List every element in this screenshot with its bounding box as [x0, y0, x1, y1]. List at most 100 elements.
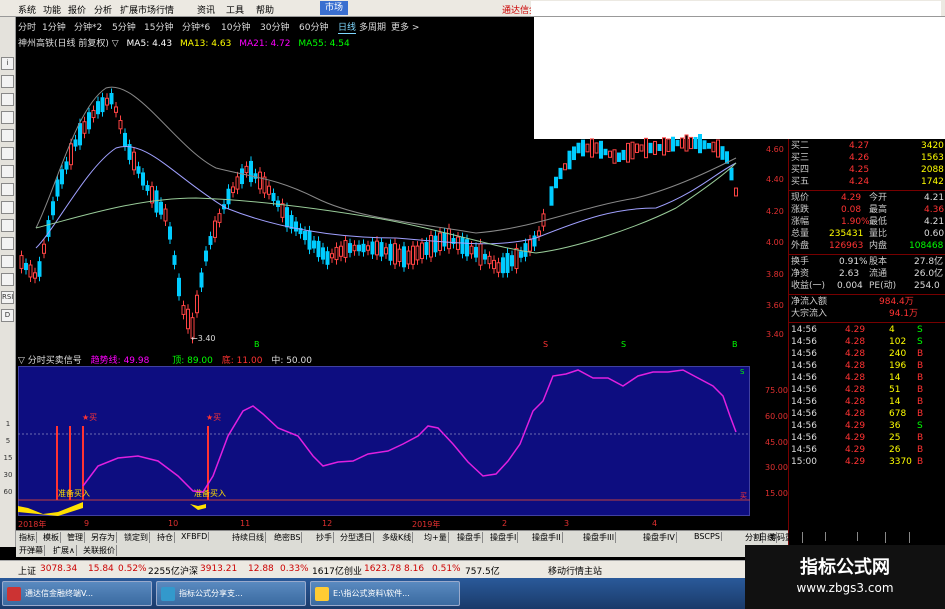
tool-button[interactable]: [1, 111, 14, 124]
indicator-tab[interactable]: 绝密BS: [273, 532, 303, 543]
period-tab[interactable]: 分时: [18, 20, 36, 33]
period-tab-daily[interactable]: 日线: [338, 20, 357, 34]
tool-button[interactable]: [1, 165, 14, 178]
period-tab[interactable]: 5分钟: [112, 20, 136, 33]
menu-news[interactable]: 资讯: [197, 3, 215, 16]
candle: [325, 251, 330, 265]
indicator-tab[interactable]: 锁定到: [123, 532, 150, 543]
period-tab[interactable]: 1分钟: [42, 20, 66, 33]
indicator-tick: 30.00: [765, 463, 788, 472]
candle: [132, 151, 136, 171]
taskbar-item[interactable]: E:\指公式资料\软件...: [310, 581, 460, 606]
tool-button[interactable]: [1, 183, 14, 196]
menu-tools[interactable]: 工具: [226, 3, 244, 16]
tool-button[interactable]: [1, 237, 14, 250]
candle: [96, 101, 100, 115]
indicator-name[interactable]: ▽ 分时买卖信号: [18, 356, 82, 366]
tool-button[interactable]: [1, 255, 14, 268]
indicator-tick: 45.00: [765, 438, 788, 447]
indicator-tab[interactable]: 分型透日: [339, 532, 374, 543]
date-axis: 2018年 9 10 11 12 2019年 2 3 4: [16, 518, 760, 530]
tab-danmu[interactable]: 开弹幕: [18, 545, 45, 556]
indicator-tab[interactable]: 均+量: [423, 532, 449, 543]
period-tab[interactable]: 多周期: [359, 20, 386, 33]
candle: [617, 152, 621, 162]
bottom-value: 底: 11.00: [221, 356, 263, 366]
indicator-tab[interactable]: 指标: [18, 532, 37, 543]
candle: [599, 140, 603, 159]
menu-help[interactable]: 帮助: [256, 3, 274, 16]
quote-panel: 买二 4.27 3420 买三 4.26 1563 买四 4.25 2088 买五 4.24 1…: [788, 139, 945, 546]
tool-button[interactable]: [1, 201, 14, 214]
taskbar-item[interactable]: 指标公式分享支...: [156, 581, 306, 606]
tool-button[interactable]: [1, 93, 14, 106]
period-tab[interactable]: 60分钟: [299, 20, 328, 33]
tick-row: 14:56 4.28 14 B: [791, 373, 924, 383]
axis-label: 15: [3, 454, 13, 462]
candle: [168, 226, 172, 240]
indicator-tab[interactable]: 持续日线: [231, 532, 266, 543]
indicator-tab[interactable]: 管理: [66, 532, 85, 543]
tool-button[interactable]: [1, 75, 14, 88]
period-tab[interactable]: 15分钟: [144, 20, 173, 33]
market-tab[interactable]: 市场: [320, 1, 348, 15]
candle: [644, 137, 648, 159]
indicator-tab[interactable]: BSCPS: [693, 532, 722, 541]
indicator-tab[interactable]: RSI: [810, 532, 826, 541]
period-tab-more[interactable]: 更多 >: [391, 20, 419, 33]
tab-expand[interactable]: 扩展∧: [52, 545, 77, 556]
indicator-tab[interactable]: 多级K线: [381, 532, 414, 543]
menu-function[interactable]: 功能: [43, 3, 61, 16]
indicator-tab[interactable]: 操盘手: [456, 532, 483, 543]
rsi-button[interactable]: RSI: [1, 291, 14, 304]
menu-system[interactable]: 系统: [18, 3, 36, 16]
period-tab[interactable]: 分钟*6: [182, 20, 210, 33]
candle: [352, 244, 357, 252]
indicator-tab[interactable]: 持仓: [156, 532, 175, 543]
tool-button[interactable]: [1, 273, 14, 286]
candle: [199, 272, 204, 288]
candle: [496, 262, 501, 273]
indicator-tab[interactable]: MA: [843, 532, 859, 541]
tool-button[interactable]: [1, 129, 14, 142]
indicator-tab[interactable]: 操盘手II: [531, 532, 563, 543]
candlestick-chart[interactable]: ←3.40 B S S B: [16, 48, 760, 348]
period-tab[interactable]: 10分钟: [221, 20, 250, 33]
date-tick: 12: [322, 519, 333, 528]
menu-quote[interactable]: 报价: [68, 3, 86, 16]
axis-label: 1: [5, 420, 11, 428]
indicator-tab[interactable]: 模板: [42, 532, 61, 543]
tab-related-quote[interactable]: 关联报价: [82, 545, 117, 556]
candle: [384, 247, 388, 255]
mobile-server[interactable]: 移动行情主站: [548, 564, 602, 577]
indicator-tab[interactable]: XFBFD: [180, 532, 210, 541]
candle: [186, 308, 190, 330]
indicator-tab[interactable]: 操盘手III: [582, 532, 617, 543]
indicator-tab[interactable]: 抄手: [315, 532, 334, 543]
indicator-tab[interactable]: 另存为: [90, 532, 117, 543]
candle: [109, 93, 114, 105]
indicator-tab[interactable]: 操盘手I: [489, 532, 519, 543]
candle: [28, 264, 33, 278]
indicator-tab[interactable]: 操盘手IV: [642, 532, 677, 543]
tool-button[interactable]: D: [1, 309, 14, 322]
tool-button[interactable]: i: [1, 57, 14, 70]
candle: [689, 136, 693, 150]
indicator-tab[interactable]: 白良: [867, 532, 886, 543]
period-tab[interactable]: 分钟*2: [74, 20, 102, 33]
menu-extended-market[interactable]: 扩展市场行情: [120, 3, 174, 16]
tool-button[interactable]: [1, 147, 14, 160]
tool-button[interactable]: [1, 219, 14, 232]
indicator-tick: 60.00: [765, 412, 788, 421]
candle: [244, 165, 249, 174]
taskbar-item[interactable]: 通达信金融终端V...: [2, 581, 152, 606]
candle: [280, 203, 285, 218]
indicator-tab[interactable]: 突破: [891, 532, 910, 543]
price-tick: 3.40: [766, 330, 784, 339]
candle: [411, 245, 415, 265]
menu-analysis[interactable]: 分析: [94, 3, 112, 16]
candle: [118, 120, 123, 130]
indicator-chart[interactable]: ★买 ★买 准备买入 准备买入 S 买: [18, 366, 750, 516]
period-tab[interactable]: 30分钟: [260, 20, 289, 33]
tab-daily-right[interactable]: 日线: [758, 532, 777, 543]
